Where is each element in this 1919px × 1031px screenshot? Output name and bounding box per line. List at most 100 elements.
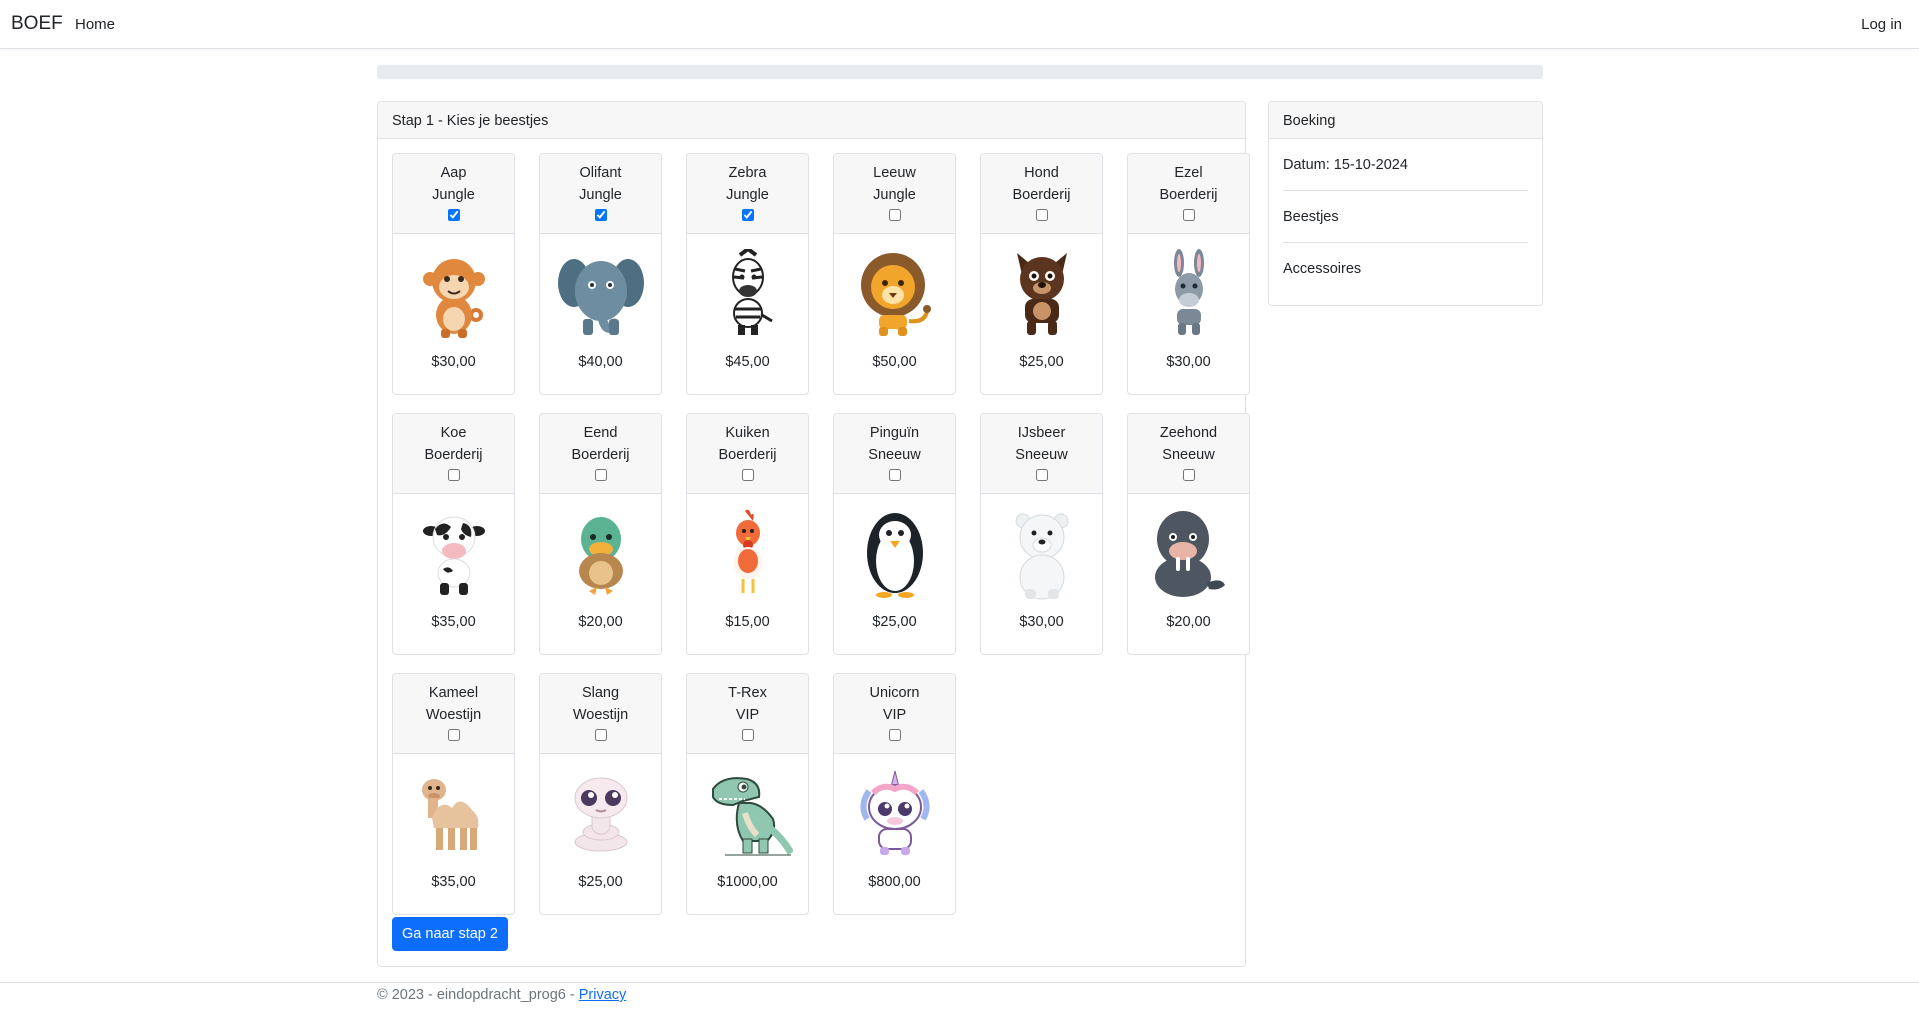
animal-name: Zebra [728,165,767,181]
animal-name: Zeehond [1159,425,1218,441]
animal-category: Jungle [873,187,916,203]
dog-icon [981,234,1102,354]
animal-category: Woestijn [425,707,482,723]
animal-price: $45,00 [725,354,770,370]
top-navbar: BOEF Home Log in [0,0,1919,49]
animal-price: $25,00 [872,614,917,630]
animal-name: Pinguïn [869,425,920,441]
animal-select-checkbox[interactable] [1035,469,1048,481]
animal-card-header: Eend Boerderij [540,414,661,494]
animal-select-checkbox[interactable] [888,729,901,741]
animal-card: Kuiken Boerderij $15,00 [686,413,809,655]
animal-select-checkbox[interactable] [741,209,754,221]
animal-name: Koe [440,425,467,441]
animal-price: $15,00 [725,614,770,630]
animal-category: Sneeuw [868,447,921,463]
nav-login-link[interactable]: Log in [1861,16,1902,33]
animal-card-header: Kameel Woestijn [393,674,514,754]
booking-accessories-label: Accessoires [1283,260,1362,277]
animal-name: Ezel [1174,165,1203,181]
animal-category: Boerderij [424,447,483,463]
animal-price: $50,00 [872,354,917,370]
animal-select-checkbox[interactable] [1035,209,1048,221]
animal-category: VIP [735,707,760,723]
animal-card-header: Zeehond Sneeuw [1128,414,1249,494]
animal-card-header: Slang Woestijn [540,674,661,754]
animal-card-header: IJsbeer Sneeuw [981,414,1102,494]
animal-price: $30,00 [1166,354,1211,370]
animal-name: Kuiken [725,425,770,441]
animal-name: Kameel [428,685,479,701]
footer: © 2023 - eindopdracht_prog6 - Privacy [0,982,1919,1031]
animal-category: Boerderij [718,447,777,463]
animal-select-checkbox[interactable] [447,469,460,481]
step-progress-bar [377,65,1543,79]
animal-select-checkbox[interactable] [594,729,607,741]
animal-select-checkbox[interactable] [1182,209,1195,221]
penguin-icon [834,494,955,614]
monkey-icon [393,234,514,354]
animal-card: Ezel Boerderij $30,00 [1127,153,1250,395]
animal-card: IJsbeer Sneeuw $30,00 [980,413,1103,655]
animal-card: Zeehond Sneeuw $20,00 [1127,413,1250,655]
animal-card-header: Hond Boerderij [981,154,1102,234]
booking-date: Datum: 15-10-2024 [1283,139,1528,191]
camel-icon [393,754,514,874]
footer-copyright: © 2023 - eindopdracht_prog6 - [377,987,579,1003]
animal-category: Sneeuw [1015,447,1068,463]
step-card: Stap 1 - Kies je beestjes Aap Jungle $30… [377,101,1250,967]
animal-name: Leeuw [873,165,916,181]
animal-card-header: Zebra Jungle [687,154,808,234]
animal-card: Pinguïn Sneeuw $25,00 [833,413,956,655]
animal-card-header: Unicorn VIP [834,674,955,754]
chicken-icon [687,494,808,614]
animal-category: Boerderij [1159,187,1218,203]
animal-category: Jungle [579,187,622,203]
animal-card-header: Aap Jungle [393,154,514,234]
animal-price: $1000,00 [717,874,778,890]
animal-category: Jungle [432,187,475,203]
unicorn-icon [834,754,955,874]
animal-category: Sneeuw [1162,447,1215,463]
animal-card: Leeuw Jungle $50,00 [833,153,956,395]
animal-select-checkbox[interactable] [447,209,460,221]
animal-price: $35,00 [431,874,476,890]
animal-card: Eend Boerderij $20,00 [539,413,662,655]
animal-name: T-Rex [728,685,767,701]
donkey-icon [1128,234,1249,354]
animal-category: Woestijn [572,707,629,723]
animal-select-checkbox[interactable] [888,209,901,221]
animal-select-checkbox[interactable] [888,469,901,481]
animal-card: Hond Boerderij $25,00 [980,153,1103,395]
animal-category: VIP [882,707,907,723]
animal-select-checkbox[interactable] [741,469,754,481]
animal-select-checkbox[interactable] [594,469,607,481]
footer-text: © 2023 - eindopdracht_prog6 - Privacy [377,987,626,1003]
privacy-link[interactable]: Privacy [579,987,627,1003]
animal-price: $35,00 [431,614,476,630]
animal-category: Boerderij [571,447,630,463]
booking-card: Boeking Datum: 15-10-2024 Beestjes Acces… [1268,101,1543,306]
animal-price: $30,00 [1019,614,1064,630]
animal-card: Koe Boerderij $35,00 [392,413,515,655]
polar-bear-icon [981,494,1102,614]
next-step-button[interactable]: Ga naar stap 2 [392,917,508,951]
snake-icon [540,754,661,874]
animal-card: Unicorn VIP $800,00 [833,673,956,915]
animal-price: $20,00 [1166,614,1211,630]
elephant-icon [540,234,661,354]
animal-select-checkbox[interactable] [1182,469,1195,481]
animal-card-header: Leeuw Jungle [834,154,955,234]
booking-animals-label: Beestjes [1283,191,1528,243]
brand-link[interactable]: BOEF [11,13,63,35]
animal-select-checkbox[interactable] [594,209,607,221]
duck-icon [540,494,661,614]
animal-card-header: Olifant Jungle [540,154,661,234]
animal-card: Slang Woestijn $25,00 [539,673,662,915]
animal-select-checkbox[interactable] [741,729,754,741]
animal-name: Aap [440,165,467,181]
animal-card: Olifant Jungle $40,00 [539,153,662,395]
animal-card: Aap Jungle $30,00 [392,153,515,395]
nav-home-link[interactable]: Home [75,16,115,33]
animal-select-checkbox[interactable] [447,729,460,741]
